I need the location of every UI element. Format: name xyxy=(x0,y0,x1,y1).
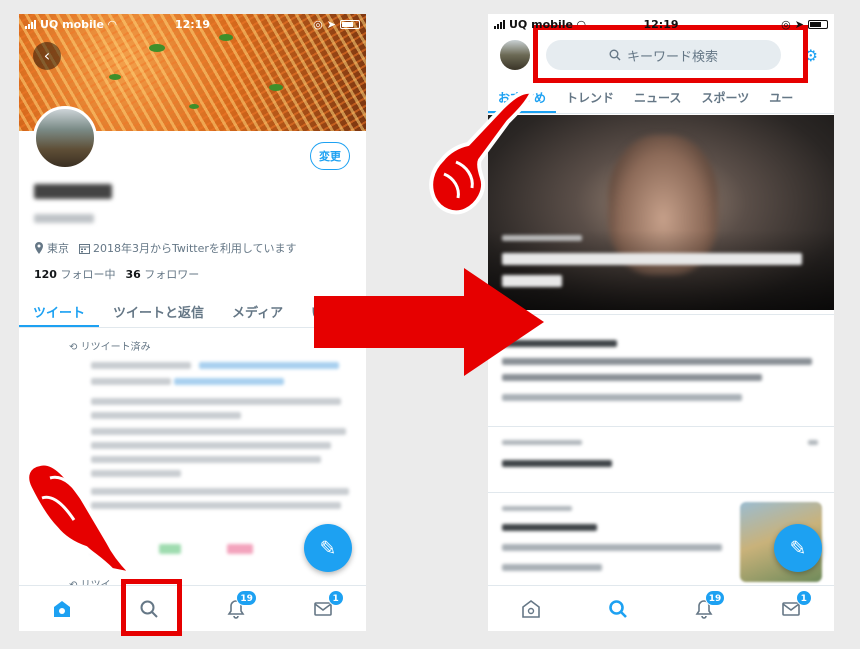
nav-notifications[interactable]: 19 xyxy=(689,589,726,624)
compose-button[interactable]: ✎ xyxy=(774,524,822,572)
followers-label: フォロワー xyxy=(144,268,200,281)
nav-notifications[interactable]: 19 xyxy=(221,589,257,624)
nav-search[interactable] xyxy=(603,594,633,624)
tab-trends[interactable]: トレンド xyxy=(556,84,624,113)
avatar[interactable] xyxy=(500,40,530,70)
home-icon xyxy=(54,600,71,617)
retweet-note: ⟲ リツイート済み xyxy=(69,338,151,353)
search-tab-highlight xyxy=(121,579,182,636)
following-count: 120 xyxy=(34,268,57,281)
location-icon xyxy=(35,242,43,254)
follow-stats: 120 フォロー中 36 フォロワー xyxy=(34,266,199,282)
nav-messages[interactable]: 1 xyxy=(776,589,812,624)
calendar-icon xyxy=(79,243,90,254)
arrow-icon xyxy=(314,268,544,376)
notifications-badge: 19 xyxy=(236,589,257,606)
bottom-nav: 19 1 xyxy=(19,585,366,631)
battery-icon xyxy=(340,19,360,29)
back-icon[interactable]: ‹ xyxy=(33,42,61,70)
profile-joined: 2018年3月からTwitterを利用しています xyxy=(93,242,297,255)
search-icon xyxy=(608,599,627,618)
profile-name xyxy=(34,184,112,203)
tweet-avatar[interactable] xyxy=(34,356,80,402)
status-bar: UQ mobile ◠ 12:19 ◎ ➤ xyxy=(488,14,834,34)
nav-messages[interactable]: 1 xyxy=(308,589,344,624)
home-icon xyxy=(522,599,541,618)
tab-media[interactable]: メディア xyxy=(218,294,297,327)
following-label: フォロー中 xyxy=(60,268,116,281)
edit-profile-button[interactable]: 変更 xyxy=(310,142,350,170)
divider xyxy=(488,426,834,427)
tab-sports[interactable]: スポーツ xyxy=(691,84,759,113)
profile-handle xyxy=(34,208,94,227)
location-arrow-icon: ➤ xyxy=(794,17,804,31)
tab-news[interactable]: ニュース xyxy=(624,84,691,113)
compose-button[interactable]: ✎ xyxy=(304,524,352,572)
messages-badge: 1 xyxy=(327,589,344,606)
lock-rotation-icon: ◎ xyxy=(313,17,323,31)
battery-icon xyxy=(808,19,828,29)
followers-stat[interactable]: 36 フォロワー xyxy=(125,266,199,282)
retweet-icon: ⟲ xyxy=(69,342,78,353)
tab-tweets[interactable]: ツイート xyxy=(19,294,100,327)
compose-icon: ✎ xyxy=(319,536,337,560)
pointing-hand-icon xyxy=(429,89,534,215)
notifications-badge: 19 xyxy=(704,589,726,606)
tab-more[interactable]: ユー xyxy=(759,84,803,113)
pointing-hand-icon xyxy=(25,461,134,576)
profile-location: 東京 xyxy=(47,242,69,255)
followers-count: 36 xyxy=(125,268,141,281)
location-arrow-icon: ➤ xyxy=(326,17,336,31)
nav-home[interactable] xyxy=(516,594,546,624)
lock-rotation-icon: ◎ xyxy=(781,17,791,31)
status-bar: UQ mobile ◠ 12:19 ◎ ➤ xyxy=(19,14,366,34)
bottom-nav: 19 1 xyxy=(488,585,834,631)
compose-icon: ✎ xyxy=(789,536,807,560)
messages-badge: 1 xyxy=(795,589,812,606)
tutorial-canvas: UQ mobile ◠ 12:19 ◎ ➤ ‹ 変更 東京 2018年3月からT… xyxy=(0,0,860,649)
nav-home[interactable] xyxy=(47,594,77,624)
divider xyxy=(488,492,834,493)
retweet-note-label: リツイート済み xyxy=(80,342,151,353)
profile-avatar[interactable] xyxy=(33,106,97,170)
tab-tweets-replies[interactable]: ツイートと返信 xyxy=(99,294,218,327)
profile-meta: 東京 2018年3月からTwitterを利用しています xyxy=(34,240,297,256)
following-stat[interactable]: 120 フォロー中 xyxy=(34,266,115,282)
